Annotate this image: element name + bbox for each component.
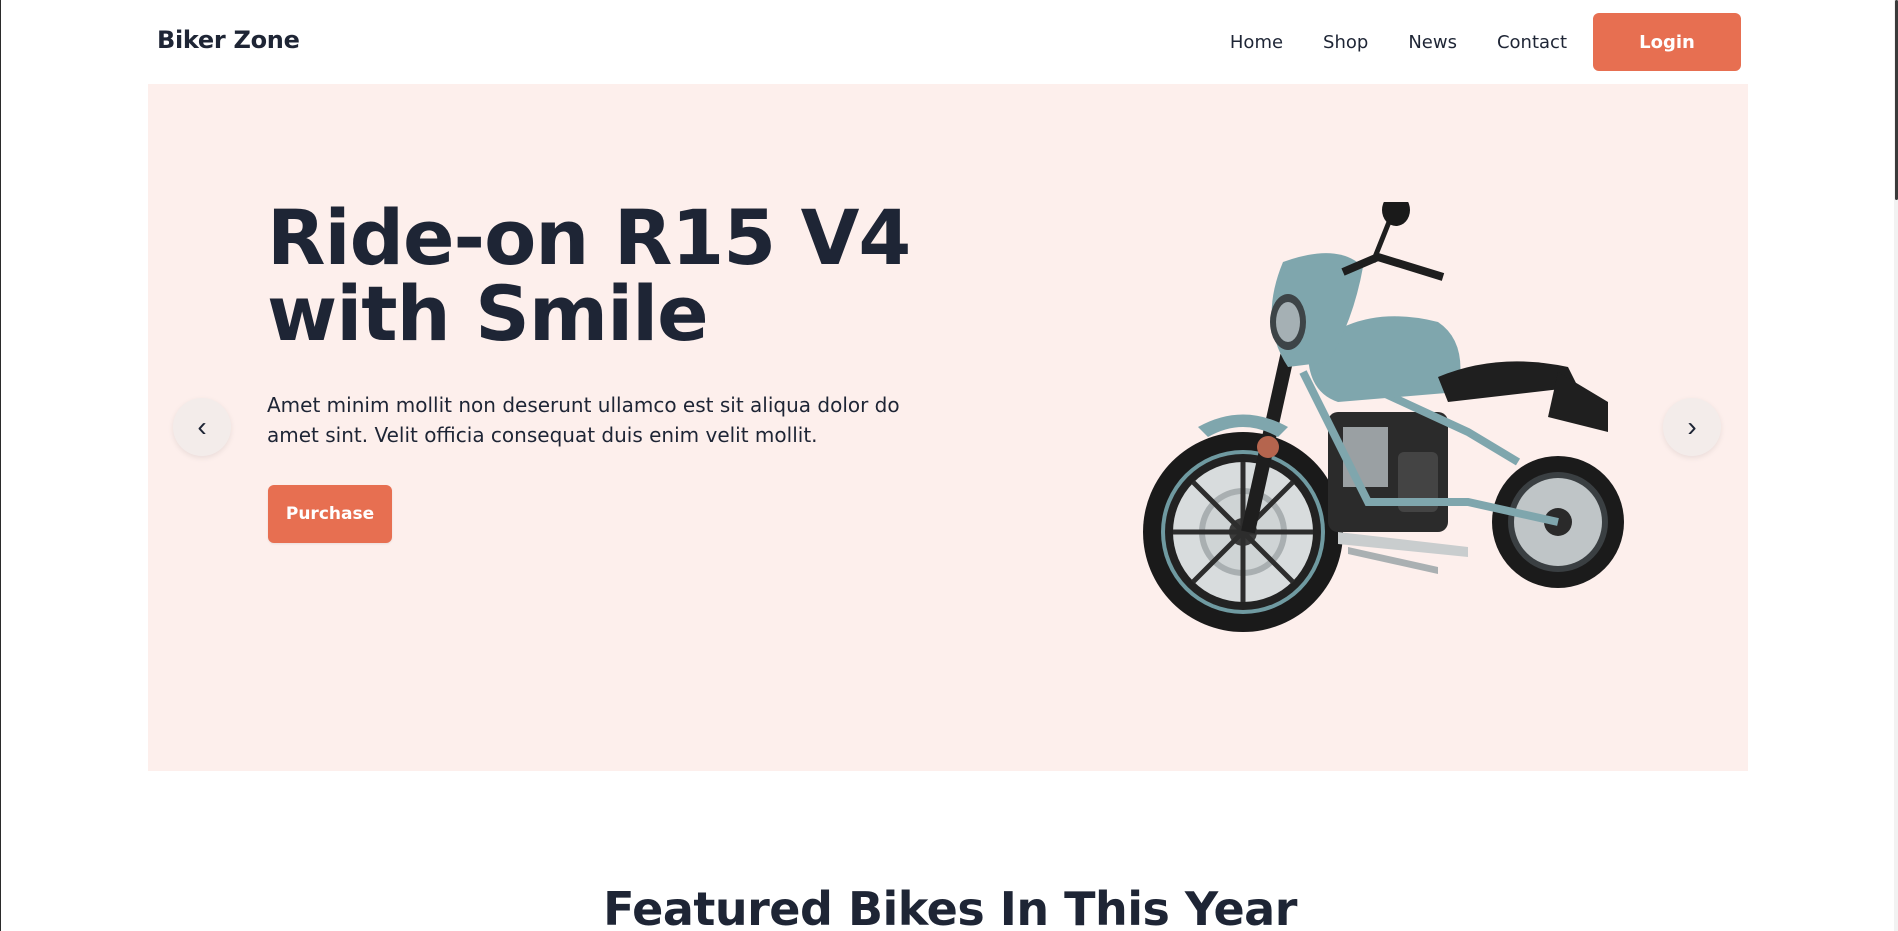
featured-section-title: Featured Bikes In This Year [603, 882, 1297, 931]
nav-news[interactable]: News [1408, 32, 1457, 53]
slider-dot-indicator[interactable] [1257, 436, 1279, 458]
main-nav: Home Shop News Contact Login [1230, 13, 1741, 71]
hero-title: Ride-on R15 V4 with Smile [267, 200, 967, 352]
purchase-button[interactable]: Purchase [268, 485, 392, 543]
site-header: Biker Zone Home Shop News Contact Login [147, 0, 1749, 84]
hero-slider: Ride-on R15 V4 with Smile Amet minim mol… [148, 84, 1748, 771]
nav-home[interactable]: Home [1230, 32, 1283, 53]
page-scrollbar[interactable] [1894, 0, 1898, 931]
slider-prev-button[interactable]: ‹ [173, 398, 231, 456]
motorcycle-image [1143, 202, 1624, 632]
brand-logo[interactable]: Biker Zone [157, 26, 300, 54]
engine-block [1328, 412, 1468, 574]
chevron-right-icon: › [1687, 411, 1697, 442]
nav-contact[interactable]: Contact [1497, 32, 1567, 53]
front-wheel [1143, 432, 1343, 632]
hero-description: Amet minim mollit non deserunt ullamco e… [267, 393, 900, 447]
chevron-left-icon: ‹ [197, 411, 207, 442]
browser-viewport: Biker Zone Home Shop News Contact Login … [0, 0, 1898, 931]
hero-title-line2: with Smile [267, 269, 709, 358]
login-button[interactable]: Login [1593, 13, 1741, 71]
nav-shop[interactable]: Shop [1323, 32, 1368, 53]
slider-next-button[interactable]: › [1663, 398, 1721, 456]
